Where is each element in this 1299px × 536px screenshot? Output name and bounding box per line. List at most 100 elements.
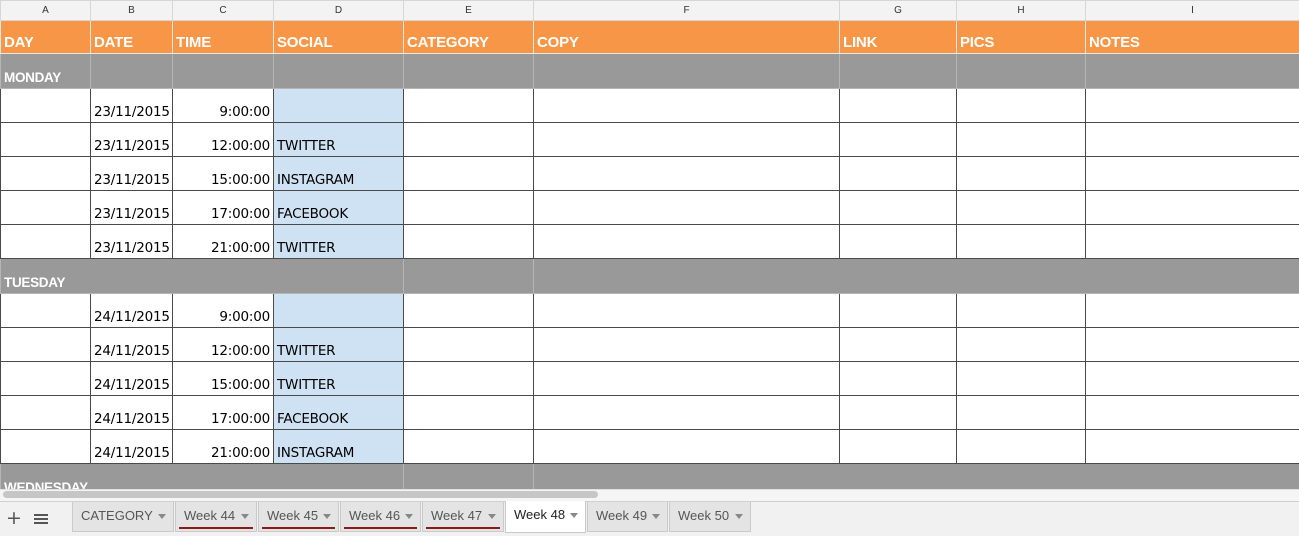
column-header-e[interactable]: E <box>404 1 534 21</box>
social-cell[interactable]: INSTAGRAM <box>274 430 404 464</box>
date-cell[interactable]: 23/11/2015 <box>91 191 173 225</box>
pics-cell[interactable] <box>957 362 1086 396</box>
link-cell[interactable] <box>840 123 957 157</box>
pics-cell[interactable] <box>957 328 1086 362</box>
date-cell[interactable]: 23/11/2015 <box>91 123 173 157</box>
social-cell[interactable]: TWITTER <box>274 123 404 157</box>
column-header-a[interactable]: A <box>1 1 91 21</box>
notes-cell[interactable] <box>1086 430 1299 464</box>
plus-icon[interactable]: + <box>6 508 22 528</box>
time-cell[interactable]: 12:00:00 <box>173 123 274 157</box>
sheet-tab-category[interactable]: CATEGORY <box>72 502 174 532</box>
day-cell[interactable] <box>1 328 91 362</box>
chevron-down-icon[interactable] <box>158 514 166 519</box>
chevron-down-icon[interactable] <box>488 514 496 519</box>
link-cell[interactable] <box>840 225 957 259</box>
pics-cell[interactable] <box>957 294 1086 328</box>
category-cell[interactable] <box>404 89 534 123</box>
time-cell[interactable]: 9:00:00 <box>173 89 274 123</box>
pics-cell[interactable] <box>957 191 1086 225</box>
date-cell[interactable]: 24/11/2015 <box>91 430 173 464</box>
day-cell[interactable] <box>1 362 91 396</box>
date-cell[interactable]: 23/11/2015 <box>91 89 173 123</box>
pics-cell[interactable] <box>957 123 1086 157</box>
chevron-down-icon[interactable] <box>323 514 331 519</box>
category-cell[interactable] <box>404 362 534 396</box>
day-cell[interactable] <box>1 225 91 259</box>
day-cell[interactable] <box>1 89 91 123</box>
date-cell[interactable]: 24/11/2015 <box>91 362 173 396</box>
header-cell-notes[interactable]: NOTES <box>1086 21 1299 54</box>
social-cell[interactable]: TWITTER <box>274 225 404 259</box>
social-cell[interactable]: TWITTER <box>274 328 404 362</box>
date-cell[interactable]: 24/11/2015 <box>91 396 173 430</box>
notes-cell[interactable] <box>1086 225 1299 259</box>
chevron-down-icon[interactable] <box>735 514 743 519</box>
copy-cell[interactable] <box>534 191 840 225</box>
header-cell-pics[interactable]: PICS <box>957 21 1086 54</box>
day-cell[interactable] <box>534 54 840 89</box>
day-cell[interactable] <box>534 259 1299 294</box>
time-cell[interactable]: 21:00:00 <box>173 430 274 464</box>
day-label[interactable]: MONDAY <box>1 54 91 89</box>
time-cell[interactable]: 17:00:00 <box>173 191 274 225</box>
date-cell[interactable]: 24/11/2015 <box>91 328 173 362</box>
date-cell[interactable]: 23/11/2015 <box>91 225 173 259</box>
header-cell-copy[interactable]: COPY <box>534 21 840 54</box>
day-cell[interactable] <box>1 430 91 464</box>
notes-cell[interactable] <box>1086 362 1299 396</box>
day-cell[interactable] <box>534 464 1299 490</box>
copy-cell[interactable] <box>534 328 840 362</box>
link-cell[interactable] <box>840 157 957 191</box>
time-cell[interactable]: 15:00:00 <box>173 157 274 191</box>
pics-cell[interactable] <box>957 396 1086 430</box>
category-cell[interactable] <box>404 191 534 225</box>
day-cell[interactable] <box>1 294 91 328</box>
time-cell[interactable]: 17:00:00 <box>173 396 274 430</box>
copy-cell[interactable] <box>534 225 840 259</box>
header-cell-category[interactable]: CATEGORY <box>404 21 534 54</box>
column-header-g[interactable]: G <box>840 1 957 21</box>
copy-cell[interactable] <box>534 362 840 396</box>
column-header-h[interactable]: H <box>957 1 1086 21</box>
link-cell[interactable] <box>840 191 957 225</box>
day-cell[interactable] <box>1086 54 1299 89</box>
day-cell[interactable] <box>1 191 91 225</box>
category-cell[interactable] <box>404 225 534 259</box>
social-cell[interactable]: FACEBOOK <box>274 396 404 430</box>
time-cell[interactable]: 21:00:00 <box>173 225 274 259</box>
chevron-down-icon[interactable] <box>405 514 413 519</box>
link-cell[interactable] <box>840 328 957 362</box>
time-cell[interactable]: 9:00:00 <box>173 294 274 328</box>
category-cell[interactable] <box>404 430 534 464</box>
column-header-i[interactable]: I <box>1086 1 1299 21</box>
category-cell[interactable] <box>404 396 534 430</box>
social-cell[interactable]: FACEBOOK <box>274 191 404 225</box>
chevron-down-icon[interactable] <box>652 514 660 519</box>
link-cell[interactable] <box>840 396 957 430</box>
day-label[interactable]: WEDNESDAY <box>1 464 404 490</box>
social-cell[interactable]: TWITTER <box>274 362 404 396</box>
sheet-tab-week-50[interactable]: Week 50 <box>669 502 751 532</box>
day-cell[interactable] <box>1 123 91 157</box>
category-cell[interactable] <box>404 123 534 157</box>
notes-cell[interactable] <box>1086 294 1299 328</box>
column-header-b[interactable]: B <box>91 1 173 21</box>
day-cell[interactable] <box>404 464 534 490</box>
day-cell[interactable] <box>173 54 274 89</box>
header-cell-date[interactable]: DATE <box>91 21 173 54</box>
column-header-d[interactable]: D <box>274 1 404 21</box>
sheet-tab-week-49[interactable]: Week 49 <box>587 502 668 532</box>
header-cell-time[interactable]: TIME <box>173 21 274 54</box>
day-cell[interactable] <box>840 54 957 89</box>
notes-cell[interactable] <box>1086 89 1299 123</box>
pics-cell[interactable] <box>957 225 1086 259</box>
sheet-tab-week-48[interactable]: Week 48 <box>505 501 586 533</box>
copy-cell[interactable] <box>534 294 840 328</box>
chevron-down-icon[interactable] <box>241 514 249 519</box>
link-cell[interactable] <box>840 294 957 328</box>
social-cell[interactable] <box>274 89 404 123</box>
category-cell[interactable] <box>404 157 534 191</box>
day-cell[interactable] <box>1 396 91 430</box>
day-cell[interactable] <box>957 54 1086 89</box>
